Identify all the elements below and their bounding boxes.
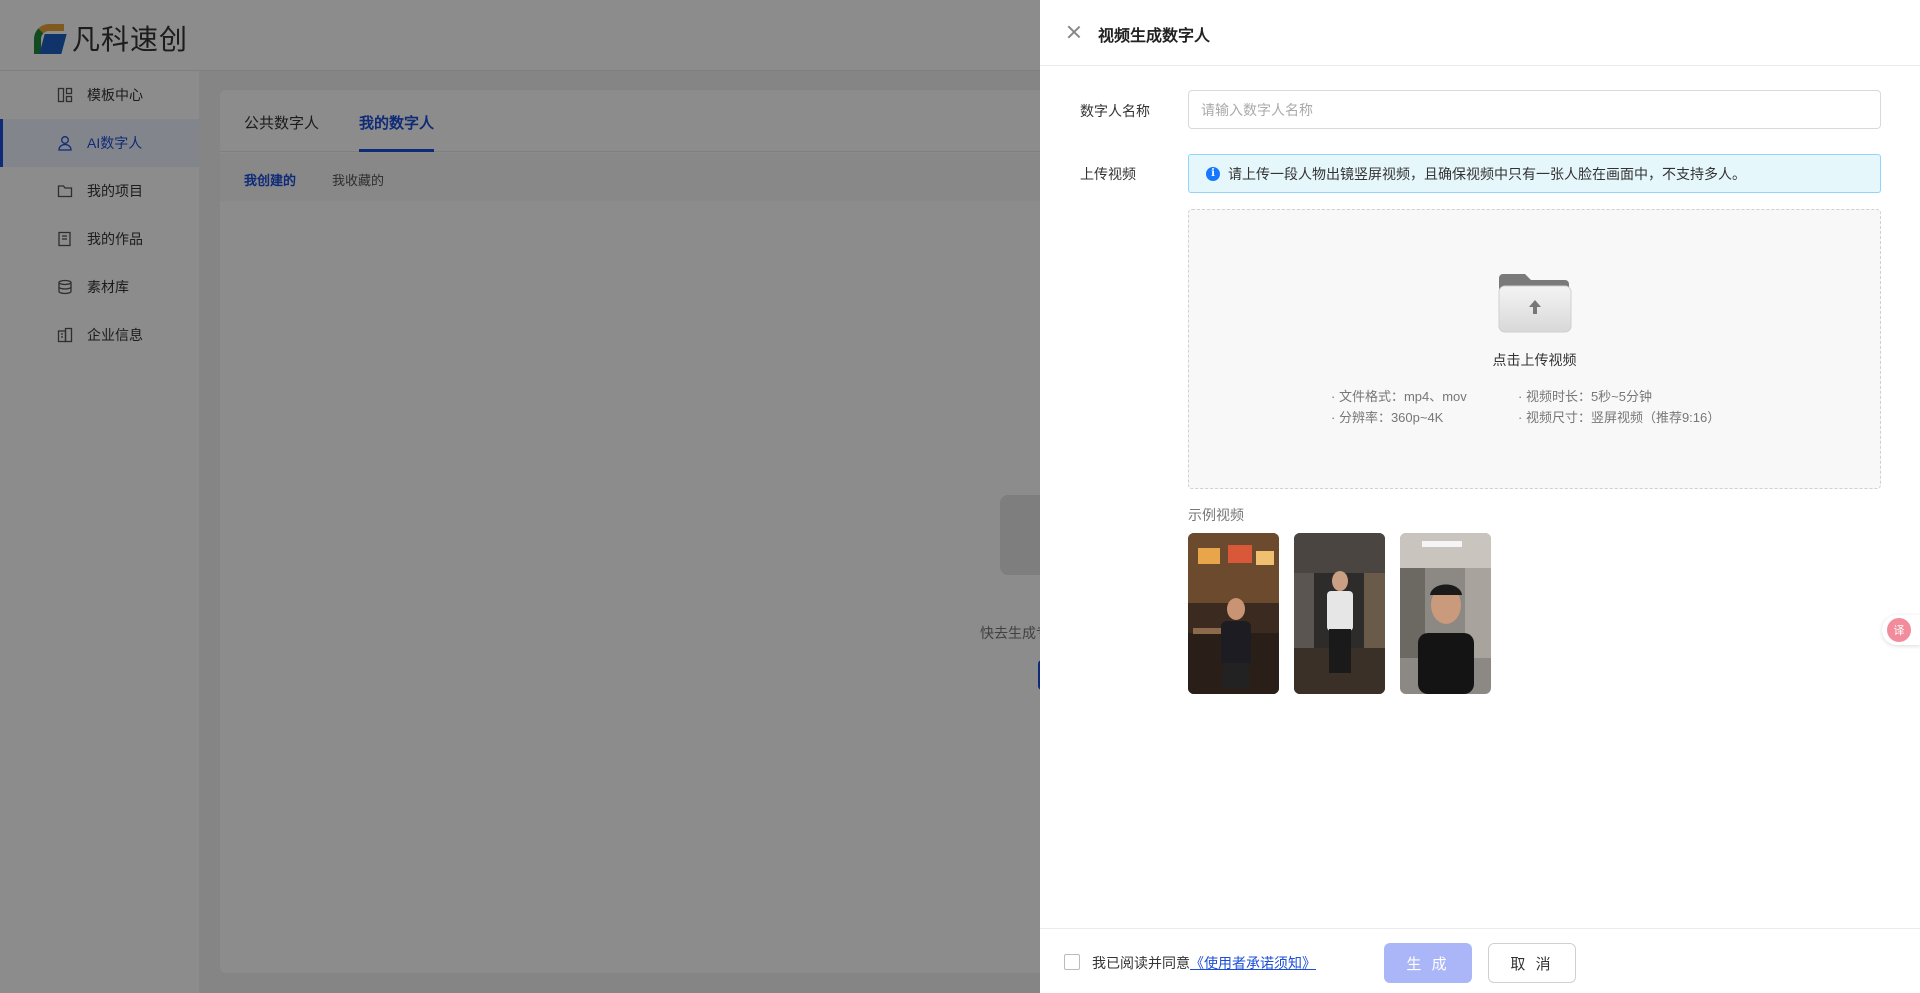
example-video-thumbnail[interactable] — [1188, 533, 1279, 694]
translate-icon: 译 — [1887, 618, 1911, 642]
spec-size: · 视频尺寸：竖屏视频（推荐9:16） — [1518, 410, 1721, 425]
drawer-title: 视频生成数字人 — [1098, 28, 1211, 45]
folder-upload-icon — [1498, 274, 1572, 333]
info-icon: i — [1206, 166, 1220, 181]
agree-text: 我已阅读并同意《使用者承诺须知》 — [1092, 953, 1316, 973]
upload-label: 上传视频 — [1080, 166, 1136, 182]
spec-resolution: · 分辨率：360p~4K — [1331, 410, 1444, 425]
agree-checkbox[interactable] — [1064, 954, 1080, 970]
example-video-thumbnail[interactable] — [1294, 533, 1385, 694]
create-digital-human-drawer: 视频生成数字人 数字人名称 上传视频 i 请上传一段人物出镜竖屏视频，且确保视频… — [1040, 0, 1920, 993]
example-video-thumbnail[interactable] — [1400, 533, 1491, 694]
translate-float-button[interactable]: 译 — [1882, 615, 1920, 645]
cancel-button[interactable]: 取 消 — [1488, 943, 1576, 983]
agree-prefix: 我已阅读并同意 — [1092, 955, 1190, 971]
terms-link[interactable]: 《使用者承诺须知》 — [1190, 955, 1316, 971]
examples-label: 示例视频 — [1188, 507, 1244, 523]
spec-format: · 文件格式：mp4、mov — [1331, 389, 1467, 404]
generate-button[interactable]: 生 成 — [1384, 943, 1472, 983]
upload-notice: i 请上传一段人物出镜竖屏视频，且确保视频中只有一张人脸在画面中，不支持多人。 — [1188, 154, 1881, 193]
close-icon[interactable] — [1066, 24, 1082, 40]
drawer-header: 视频生成数字人 — [1040, 0, 1920, 66]
drawer-footer: 我已阅读并同意《使用者承诺须知》 生 成 取 消 — [1040, 928, 1920, 993]
name-label: 数字人名称 — [1080, 103, 1150, 119]
notice-text: 请上传一段人物出镜竖屏视频，且确保视频中只有一张人脸在画面中，不支持多人。 — [1228, 165, 1746, 182]
digital-human-name-input[interactable] — [1188, 90, 1881, 129]
spec-duration: · 视频时长：5秒~5分钟 — [1518, 389, 1652, 404]
video-upload-area[interactable]: 点击上传视频 · 文件格式：mp4、mov · 视频时长：5秒~5分钟 · 分辨… — [1188, 209, 1881, 489]
upload-title: 点击上传视频 — [1492, 352, 1577, 368]
